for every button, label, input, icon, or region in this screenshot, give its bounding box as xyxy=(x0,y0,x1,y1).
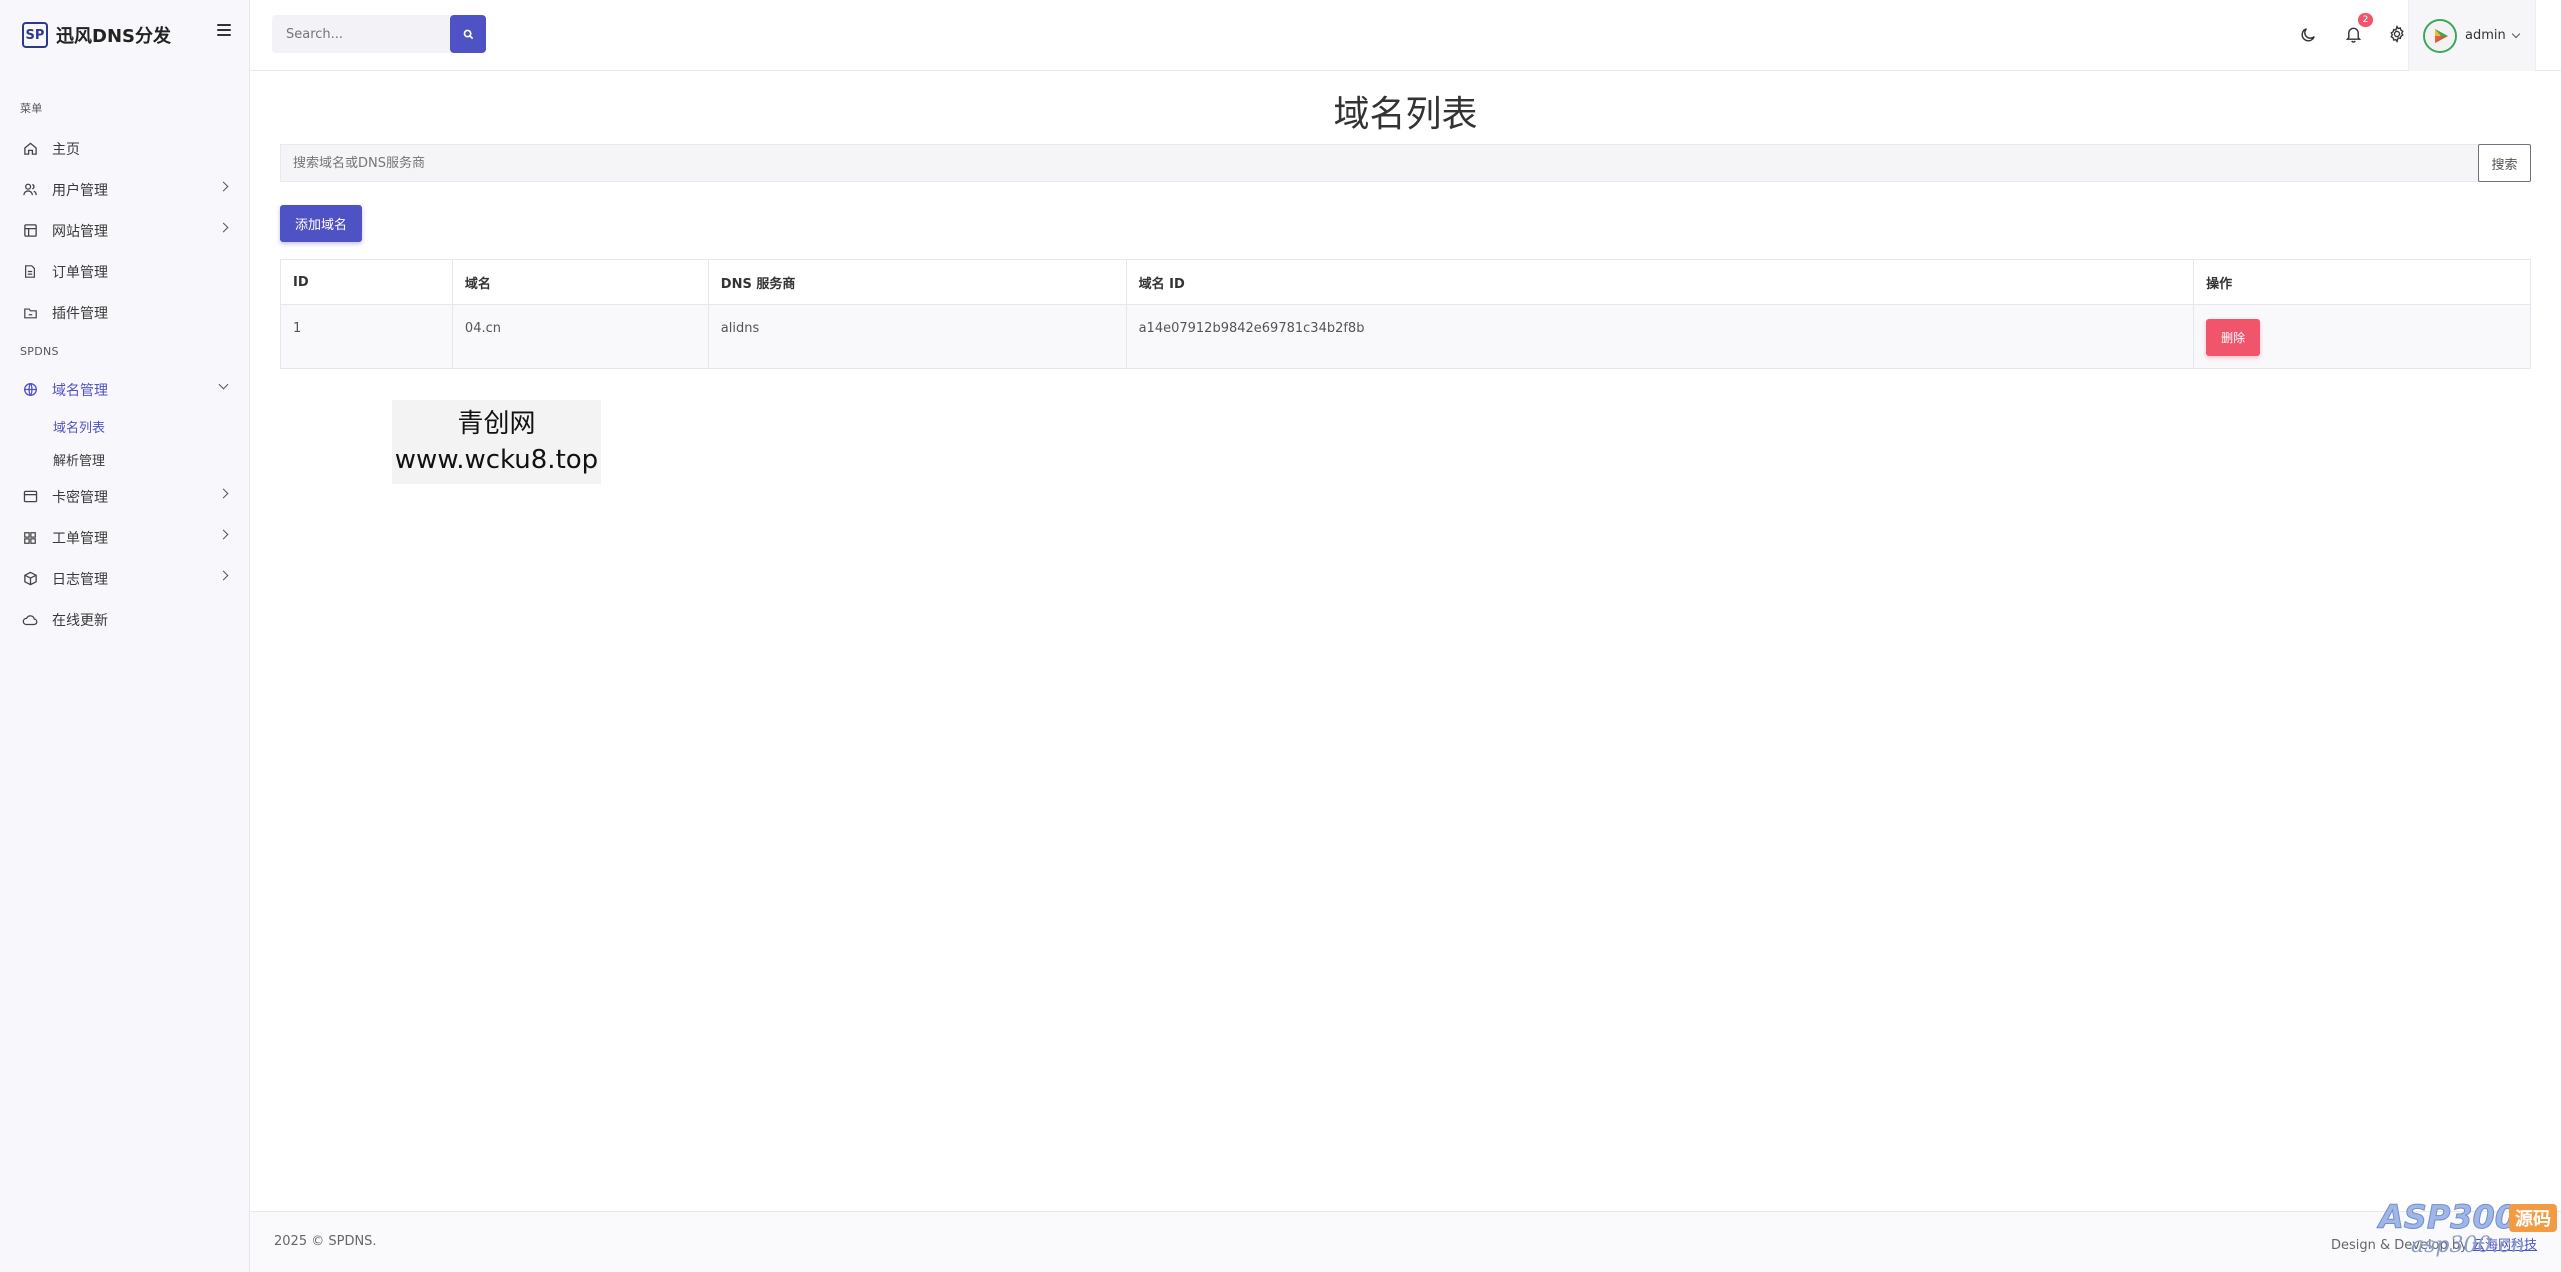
globe-icon xyxy=(22,382,38,398)
watermark-line-1: 青创网 xyxy=(457,409,536,439)
folder-icon xyxy=(22,305,38,321)
watermark-line-2: www.wcku8.top xyxy=(394,445,599,475)
brand-name: 迅风DNS分发 xyxy=(56,26,171,47)
watermark: 青创网 www.wcku8.top xyxy=(392,400,601,484)
topbar: 2 admin xyxy=(250,0,2561,71)
column-header-provider[interactable]: DNS 服务商 xyxy=(708,259,1127,305)
sidebar-item-label: 工单管理 xyxy=(52,530,108,547)
column-header-domain[interactable]: 域名 xyxy=(452,259,709,305)
footer-copyright: 2025 © SPDNS. xyxy=(274,1234,377,1249)
sidebar-item-label: 用户管理 xyxy=(52,182,108,199)
chevron-right-icon xyxy=(218,222,229,233)
users-icon xyxy=(22,182,38,198)
grid-icon xyxy=(22,530,38,546)
user-name: admin xyxy=(2465,28,2506,43)
sidebar-item-label: 卡密管理 xyxy=(52,489,108,506)
filter-search-button[interactable]: 搜索 xyxy=(2478,144,2531,182)
svg-text:asp300.cn: asp300.cn xyxy=(2411,1233,2525,1258)
sidebar-item-label: 在线更新 xyxy=(52,612,108,629)
column-header-actions: 操作 xyxy=(2193,259,2531,305)
dark-mode-toggle[interactable] xyxy=(2296,22,2320,46)
sidebar-item-users[interactable]: 用户管理 xyxy=(0,169,249,210)
column-header-id[interactable]: ID xyxy=(280,259,453,305)
cloud-icon xyxy=(22,612,38,628)
notification-badge: 2 xyxy=(2358,13,2373,27)
sidebar-section-spdns: SPDNS xyxy=(20,345,59,358)
chevron-down-icon xyxy=(218,379,229,390)
sidebar-item-websites[interactable]: 网站管理 xyxy=(0,210,249,251)
sidebar-section-menu: 菜单 xyxy=(20,102,43,115)
sidebar-item-label: 订单管理 xyxy=(52,264,108,281)
sidebar-item-logs[interactable]: 日志管理 xyxy=(0,558,249,599)
add-domain-button[interactable]: 添加域名 xyxy=(280,205,362,242)
sidebar-item-tickets[interactable]: 工单管理 xyxy=(0,517,249,558)
delete-button[interactable]: 删除 xyxy=(2206,319,2261,356)
table-icon xyxy=(22,223,38,239)
home-icon xyxy=(22,141,38,157)
sidebar-item-label: 域名管理 xyxy=(52,382,108,399)
domain-filter-input[interactable] xyxy=(280,144,2479,182)
card-icon xyxy=(22,489,38,505)
table-header-row: ID 域名 DNS 服务商 域名 ID 操作 xyxy=(280,259,2531,305)
chevron-right-icon xyxy=(218,181,229,192)
cell-domain-id: a14e07912b9842e69781c34b2f8b xyxy=(1126,304,2195,369)
brand-logo: SP xyxy=(22,22,48,48)
domain-table: ID 域名 DNS 服务商 域名 ID 操作 1 04.cn alidns a1… xyxy=(280,259,2531,369)
svg-text:ASP300: ASP300 xyxy=(2376,1198,2517,1236)
sidebar-subitem-dns-records[interactable]: 解析管理 xyxy=(0,443,249,476)
chevron-right-icon xyxy=(218,488,229,499)
chevron-right-icon xyxy=(218,570,229,581)
sidebar-item-label: 日志管理 xyxy=(52,571,108,588)
bell-icon xyxy=(2345,27,2361,43)
svg-text:源码: 源码 xyxy=(2515,1208,2551,1230)
search-icon xyxy=(463,29,473,39)
sidebar-item-orders[interactable]: 订单管理 xyxy=(0,251,249,292)
gear-icon xyxy=(2390,25,2404,43)
search-button[interactable] xyxy=(450,15,486,53)
brand[interactable]: SP 迅风DNS分发 xyxy=(0,0,249,70)
sidebar-item-update[interactable]: 在线更新 xyxy=(0,599,249,640)
avatar xyxy=(2423,18,2457,53)
table-row: 1 04.cn alidns a14e07912b9842e69781c34b2… xyxy=(280,304,2531,369)
sidebar-item-domains[interactable]: 域名管理 xyxy=(0,369,249,410)
cell-id: 1 xyxy=(280,304,453,369)
filter-bar: 搜索 xyxy=(280,144,2531,182)
sidebar-item-plugins[interactable]: 插件管理 xyxy=(0,292,249,333)
sidebar: SP 迅风DNS分发 菜单 主页 用户管理 网站管理 订单管理 插件管理 SPD… xyxy=(0,0,250,1272)
sidebar-item-home[interactable]: 主页 xyxy=(0,128,249,169)
page-title: 域名列表 xyxy=(1333,94,1478,135)
cell-domain: 04.cn xyxy=(452,304,709,369)
main-content: 域名列表 搜索 添加域名 ID 域名 DNS 服务商 域名 ID 操作 1 04… xyxy=(250,71,2561,1211)
user-menu[interactable]: admin xyxy=(2408,0,2536,71)
column-header-domain-id[interactable]: 域名 ID xyxy=(1126,259,2195,305)
moon-icon xyxy=(2300,27,2315,42)
asp300-watermark-logo: ASP300 源码 asp300.cn xyxy=(2371,1190,2561,1260)
box-icon xyxy=(22,571,38,587)
sidebar-item-label: 主页 xyxy=(52,141,80,158)
sidebar-item-label: 插件管理 xyxy=(52,305,108,322)
footer: 2025 © SPDNS. Design & Develop by 云海网科技 xyxy=(250,1211,2561,1272)
sidebar-item-label: 网站管理 xyxy=(52,223,108,240)
chevron-down-icon xyxy=(2511,29,2520,39)
chevron-right-icon xyxy=(218,529,229,540)
notifications-button[interactable]: 2 xyxy=(2341,13,2373,46)
sidebar-item-cards[interactable]: 卡密管理 xyxy=(0,476,249,517)
document-icon xyxy=(22,264,38,280)
settings-button[interactable] xyxy=(2385,22,2409,46)
cell-actions: 删除 xyxy=(2193,304,2531,369)
search-input[interactable] xyxy=(272,15,452,53)
menu-toggle-icon[interactable] xyxy=(217,24,231,36)
cell-provider: alidns xyxy=(708,304,1127,369)
sidebar-subitem-domain-list[interactable]: 域名列表 xyxy=(0,410,249,443)
